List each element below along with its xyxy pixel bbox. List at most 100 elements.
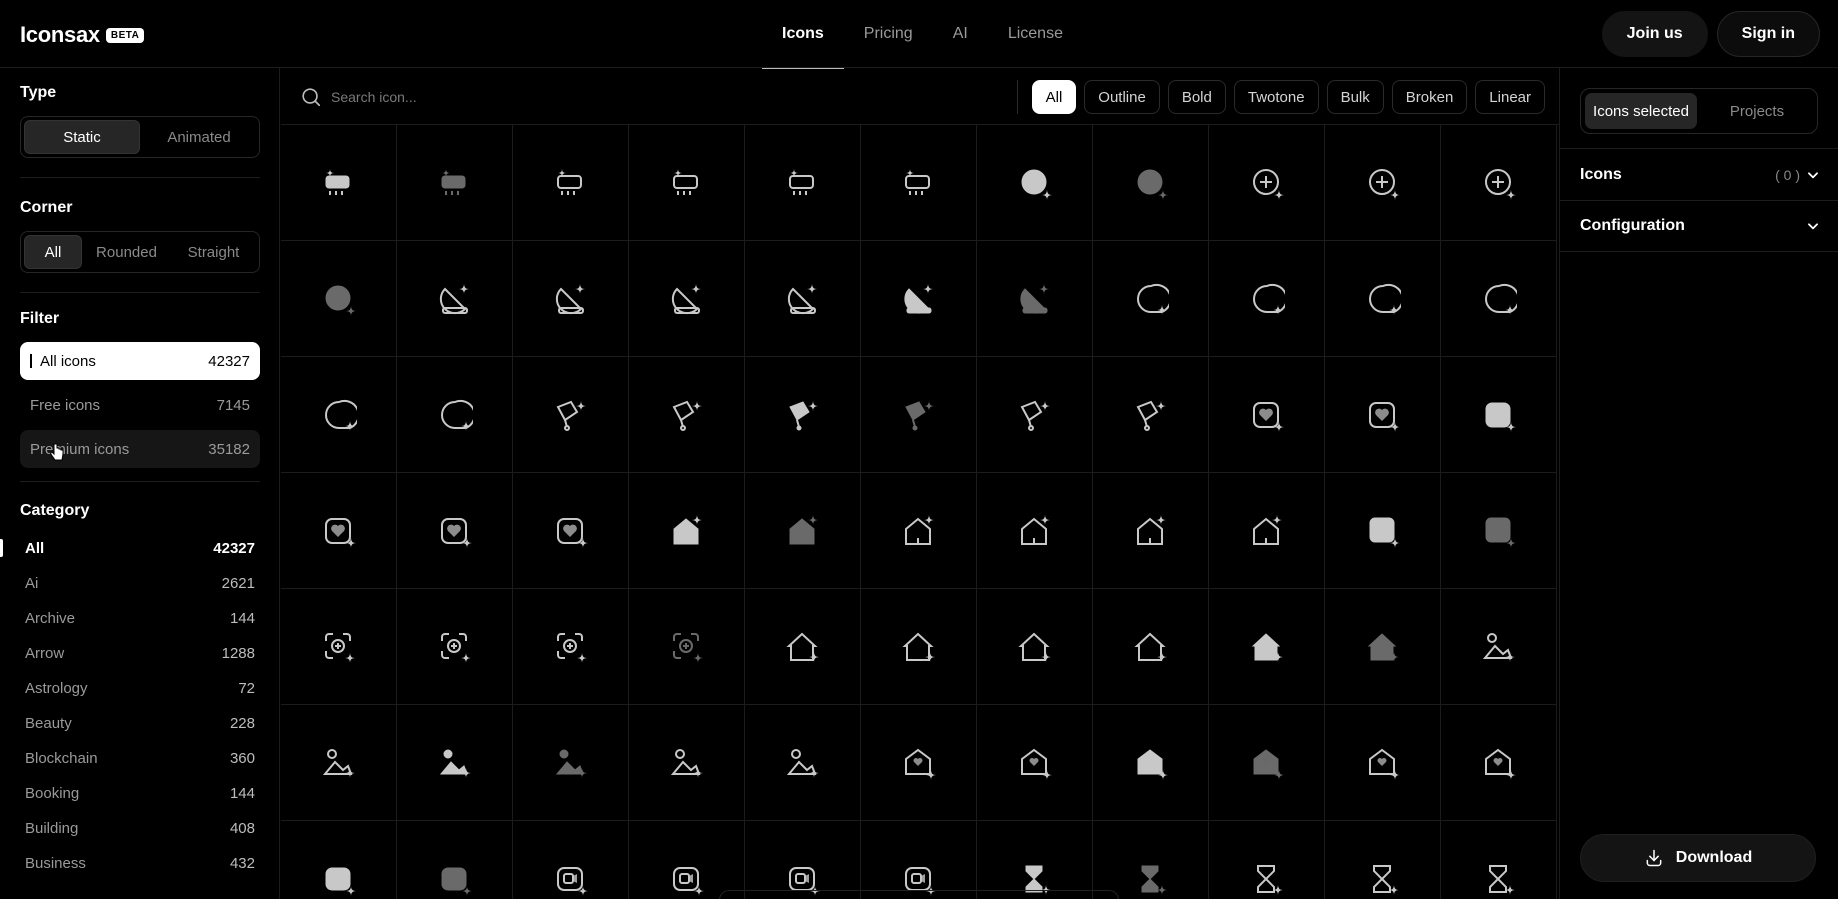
icon-cell[interactable] bbox=[745, 821, 861, 899]
sign-in-button[interactable]: Sign in bbox=[1716, 11, 1820, 57]
icon-cell[interactable] bbox=[397, 125, 513, 241]
icon-cell[interactable] bbox=[1441, 821, 1557, 899]
nav-icons[interactable]: Icons bbox=[762, 0, 844, 69]
icon-cell[interactable] bbox=[1209, 357, 1325, 473]
icon-cell[interactable] bbox=[397, 589, 513, 705]
category-item[interactable]: Ai 2621 bbox=[0, 568, 262, 598]
icon-cell[interactable] bbox=[1209, 241, 1325, 357]
icon-cell[interactable] bbox=[629, 705, 745, 821]
icon-cell[interactable] bbox=[745, 241, 861, 357]
icon-cell[interactable] bbox=[745, 705, 861, 821]
icon-cell[interactable] bbox=[513, 125, 629, 241]
icon-cell[interactable] bbox=[1093, 821, 1209, 899]
icon-cell[interactable] bbox=[861, 821, 977, 899]
icon-cell[interactable] bbox=[977, 705, 1093, 821]
icon-cell[interactable] bbox=[397, 241, 513, 357]
icon-cell[interactable] bbox=[977, 589, 1093, 705]
configuration-accordion[interactable]: Configuration bbox=[1560, 200, 1838, 252]
scroll-handle[interactable] bbox=[719, 890, 1119, 899]
icon-cell[interactable] bbox=[1209, 473, 1325, 589]
icon-cell[interactable] bbox=[513, 589, 629, 705]
icon-cell[interactable] bbox=[745, 473, 861, 589]
icon-cell[interactable] bbox=[1209, 125, 1325, 241]
icon-cell[interactable] bbox=[1325, 589, 1441, 705]
icon-cell[interactable] bbox=[1325, 473, 1441, 589]
icon-cell[interactable] bbox=[397, 821, 513, 899]
icon-cell[interactable] bbox=[1441, 473, 1557, 589]
icons-accordion[interactable]: Icons ( 0 ) bbox=[1560, 148, 1838, 200]
filter-free-icons[interactable]: Free icons 7145 bbox=[20, 386, 260, 424]
category-item[interactable]: Blockchain 360 bbox=[0, 743, 262, 773]
category-item[interactable]: Building 408 bbox=[0, 813, 262, 843]
tab-projects[interactable]: Projects bbox=[1701, 93, 1813, 129]
icon-cell[interactable] bbox=[861, 125, 977, 241]
category-item[interactable]: Business 432 bbox=[0, 848, 262, 878]
tab-icons-selected[interactable]: Icons selected bbox=[1585, 93, 1697, 129]
icon-cell[interactable] bbox=[397, 357, 513, 473]
category-item[interactable]: Arrow 1288 bbox=[0, 638, 262, 668]
style-broken-chip[interactable]: Broken bbox=[1391, 80, 1468, 114]
icon-cell[interactable] bbox=[1441, 705, 1557, 821]
category-item[interactable]: Booking 144 bbox=[0, 778, 262, 808]
icon-cell[interactable] bbox=[1093, 241, 1209, 357]
icon-cell[interactable] bbox=[861, 357, 977, 473]
filter-all-icons[interactable]: All icons 42327 bbox=[20, 342, 260, 380]
icon-cell[interactable] bbox=[1209, 589, 1325, 705]
download-button[interactable]: Download bbox=[1580, 834, 1816, 882]
icon-cell[interactable] bbox=[629, 473, 745, 589]
icon-cell[interactable] bbox=[513, 705, 629, 821]
icon-cell[interactable] bbox=[977, 473, 1093, 589]
icon-cell[interactable] bbox=[977, 357, 1093, 473]
icon-cell[interactable] bbox=[1441, 589, 1557, 705]
icon-cell[interactable] bbox=[861, 705, 977, 821]
icon-cell[interactable] bbox=[281, 705, 397, 821]
join-us-button[interactable]: Join us bbox=[1601, 11, 1708, 57]
icon-cell[interactable] bbox=[1325, 821, 1441, 899]
icon-cell[interactable] bbox=[1209, 821, 1325, 899]
icon-cell[interactable] bbox=[861, 589, 977, 705]
icon-cell[interactable] bbox=[1325, 357, 1441, 473]
icon-cell[interactable] bbox=[1325, 705, 1441, 821]
icon-cell[interactable] bbox=[513, 473, 629, 589]
style-all-chip[interactable]: All bbox=[1031, 80, 1077, 114]
icon-cell[interactable] bbox=[397, 473, 513, 589]
icon-cell[interactable] bbox=[745, 589, 861, 705]
style-bold-chip[interactable]: Bold bbox=[1167, 80, 1226, 114]
icon-cell[interactable] bbox=[281, 241, 397, 357]
nav-pricing[interactable]: Pricing bbox=[844, 0, 933, 68]
icon-cell[interactable] bbox=[1325, 241, 1441, 357]
icon-cell[interactable] bbox=[281, 125, 397, 241]
search-input[interactable] bbox=[331, 82, 931, 112]
category-item[interactable]: Astrology 72 bbox=[0, 673, 262, 703]
icon-cell[interactable] bbox=[1441, 241, 1557, 357]
icon-cell[interactable] bbox=[745, 125, 861, 241]
icon-cell[interactable] bbox=[513, 357, 629, 473]
icon-cell[interactable] bbox=[1093, 125, 1209, 241]
style-twotone-chip[interactable]: Twotone bbox=[1233, 80, 1319, 114]
icon-cell[interactable] bbox=[1093, 589, 1209, 705]
icon-cell[interactable] bbox=[861, 241, 977, 357]
icon-cell[interactable] bbox=[629, 125, 745, 241]
nav-license[interactable]: License bbox=[988, 0, 1083, 68]
category-item[interactable]: Beauty 228 bbox=[0, 708, 262, 738]
icon-cell[interactable] bbox=[861, 473, 977, 589]
type-static-option[interactable]: Static bbox=[24, 120, 140, 154]
category-item[interactable]: Archive 144 bbox=[0, 603, 262, 633]
icon-cell[interactable] bbox=[281, 473, 397, 589]
brand-logo[interactable]: Iconsax BETA bbox=[20, 22, 145, 48]
icon-cell[interactable] bbox=[745, 357, 861, 473]
style-outline-chip[interactable]: Outline bbox=[1084, 80, 1160, 114]
type-animated-option[interactable]: Animated bbox=[142, 120, 256, 154]
icon-cell[interactable] bbox=[629, 357, 745, 473]
icon-cell[interactable] bbox=[977, 241, 1093, 357]
category-item[interactable]: All 42327 bbox=[0, 533, 262, 563]
icon-cell[interactable] bbox=[281, 821, 397, 899]
icon-cell[interactable] bbox=[1441, 357, 1557, 473]
corner-rounded-option[interactable]: Rounded bbox=[84, 235, 169, 269]
nav-ai[interactable]: AI bbox=[933, 0, 988, 68]
style-linear-chip[interactable]: Linear bbox=[1475, 80, 1545, 114]
icon-cell[interactable] bbox=[977, 821, 1093, 899]
corner-all-option[interactable]: All bbox=[24, 235, 82, 269]
icon-cell[interactable] bbox=[513, 821, 629, 899]
icon-cell[interactable] bbox=[1093, 473, 1209, 589]
